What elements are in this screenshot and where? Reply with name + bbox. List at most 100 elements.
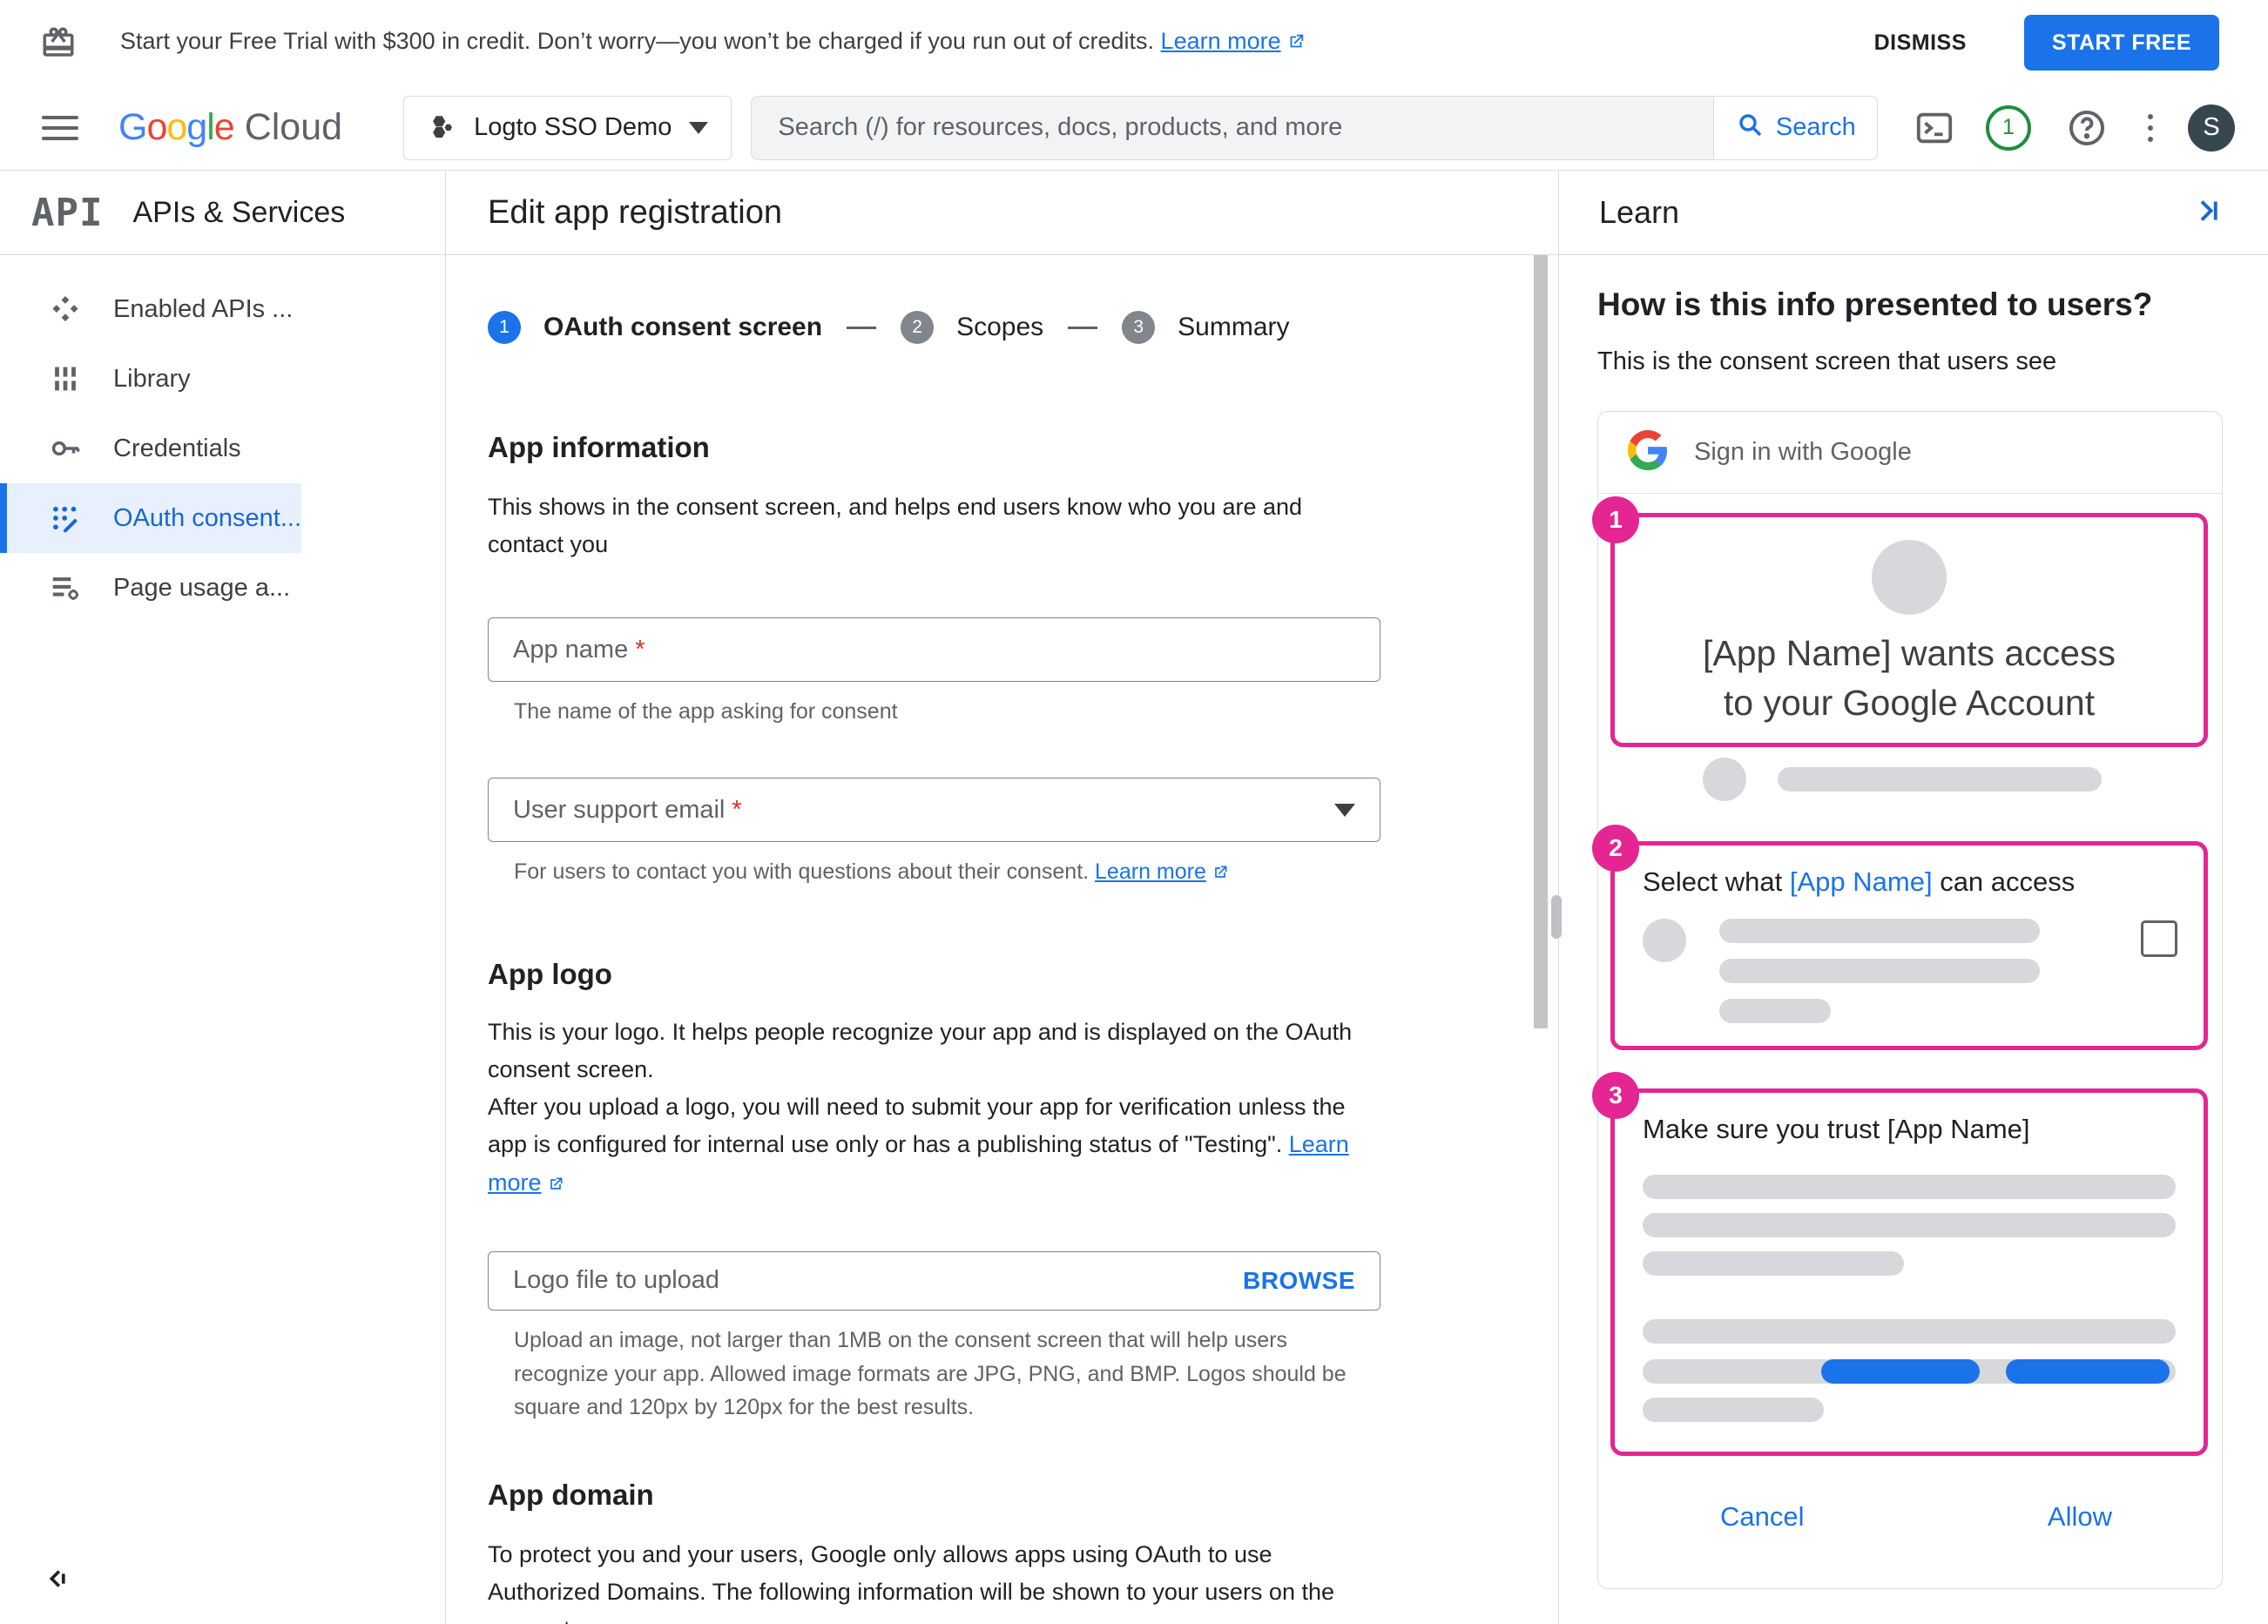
app-logo-description-1: This is your logo. It helps people recog… xyxy=(488,1018,1353,1083)
app-logo-heading: App logo xyxy=(488,957,612,990)
app-information-heading: App information xyxy=(488,431,710,463)
project-selector[interactable]: Logto SSO Demo xyxy=(403,95,732,160)
sidebar-item-label: Credentials xyxy=(113,434,241,462)
sidebar: API APIs & Services Enabled APIs ... Lib… xyxy=(0,171,446,1624)
scope-checkbox xyxy=(2141,920,2177,958)
step-oauth-consent-screen[interactable]: 1 OAuth consent screen xyxy=(488,311,822,344)
link-placeholder xyxy=(1821,1359,1980,1385)
cancel-button-preview: Cancel xyxy=(1720,1501,1805,1533)
search-bar: Search xyxy=(751,95,1879,160)
sidebar-item-credentials[interactable]: Credentials xyxy=(0,414,301,483)
sidebar-item-library[interactable]: Library xyxy=(0,344,301,414)
logo-upload-label: Logo file to upload xyxy=(513,1266,720,1295)
search-icon xyxy=(1736,111,1764,145)
step-label: OAuth consent screen xyxy=(543,313,823,341)
account-avatar-placeholder xyxy=(1703,758,1746,802)
required-asterisk: * xyxy=(732,795,742,824)
sidebar-header: API APIs & Services xyxy=(0,171,445,255)
link-row-placeholder xyxy=(1643,1359,2176,1385)
scope-text-placeholder xyxy=(1719,959,2040,984)
top-navigation-bar: Google Cloud Logto SSO Demo Search 1 S xyxy=(0,85,2268,171)
annotation-badge-2: 2 xyxy=(1592,825,1639,873)
scope-icon-placeholder xyxy=(1643,919,1686,963)
sidebar-item-page-usage[interactable]: Page usage a... xyxy=(0,553,301,623)
sidebar-item-enabled-apis[interactable]: Enabled APIs ... xyxy=(0,274,301,344)
user-support-email-field[interactable]: User support email * xyxy=(488,778,1380,843)
scrollbar-thumb[interactable] xyxy=(1534,255,1548,1028)
collapse-panel-icon[interactable] xyxy=(2191,195,2223,231)
page-title: Edit app registration xyxy=(446,171,1558,255)
search-input[interactable] xyxy=(752,96,1714,159)
learn-subheading: This is the consent screen that users se… xyxy=(1597,347,2057,375)
link-placeholder xyxy=(2006,1359,2170,1385)
start-free-button[interactable]: START FREE xyxy=(2023,15,2219,71)
sidebar-nav: Enabled APIs ... Library Credentials OAu… xyxy=(0,255,301,623)
api-product-logo: API xyxy=(31,190,104,235)
annotation-box-2: 2 Select what [App Name] can access xyxy=(1592,825,2208,1051)
app-name-field[interactable]: App name * xyxy=(488,617,1380,683)
learn-content: How is this info presented to users? Thi… xyxy=(1559,255,2268,1624)
dismiss-button[interactable]: DISMISS xyxy=(1874,30,1967,56)
main-panel: Edit app registration 1 OAuth consent sc… xyxy=(446,171,1559,1624)
scope-row-placeholder xyxy=(1643,919,2204,1024)
banner-learn-more-link[interactable]: Learn more xyxy=(1161,28,1281,54)
sidebar-item-label: OAuth consent... xyxy=(112,503,301,532)
app-logo-description-2: After you upload a logo, you will need t… xyxy=(488,1088,1372,1204)
sidebar-item-label: Page usage a... xyxy=(113,573,291,602)
library-icon xyxy=(45,362,85,395)
wizard-stepper: 1 OAuth consent screen 2 Scopes 3 Summar… xyxy=(488,311,1384,344)
enabled-apis-icon xyxy=(45,293,85,326)
search-button[interactable]: Search xyxy=(1713,96,1878,159)
help-icon[interactable] xyxy=(2066,107,2108,149)
step-connector xyxy=(847,326,877,329)
account-chip-placeholder xyxy=(1703,758,2222,802)
step-number: 3 xyxy=(1122,311,1156,344)
scope-text-placeholder xyxy=(1719,999,1831,1024)
external-link-icon xyxy=(1286,30,1306,57)
annotation-box-3: 3 Make sure you trust [App Name] xyxy=(1592,1072,2208,1457)
panel-resize-handle[interactable] xyxy=(1551,895,1562,939)
consent-actions: Cancel Allow xyxy=(1598,1456,2222,1588)
support-email-helper: For users to contact you with questions … xyxy=(514,855,1363,892)
step-number: 2 xyxy=(901,311,935,344)
consent-title-line1: [App Name] wants access xyxy=(1703,633,2116,673)
support-email-learn-more-link[interactable]: Learn more xyxy=(1095,859,1206,884)
annotation-badge-1: 1 xyxy=(1592,496,1639,543)
step-summary[interactable]: 3 Summary xyxy=(1122,311,1290,344)
free-trial-banner: Start your Free Trial with $300 in credi… xyxy=(0,0,2268,85)
text-placeholder xyxy=(1643,1175,2176,1200)
step-connector xyxy=(1068,326,1098,329)
toolbar-icons: 1 S xyxy=(1914,104,2235,152)
learn-panel: Learn How is this info presented to user… xyxy=(1559,171,2268,1624)
trust-section-title: Make sure you trust [App Name] xyxy=(1643,1114,2030,1145)
consent-preview-header: Sign in with Google xyxy=(1598,412,2222,494)
allow-button-preview: Allow xyxy=(2047,1501,2112,1533)
browse-button[interactable]: BROWSE xyxy=(1243,1267,1355,1295)
logo-upload-field[interactable]: Logo file to upload BROWSE xyxy=(488,1250,1380,1311)
cloud-shell-icon[interactable] xyxy=(1914,108,1954,148)
account-email-placeholder xyxy=(1778,767,2102,792)
app-logo-placeholder xyxy=(1872,540,1947,615)
app-name-label: App name xyxy=(513,635,629,664)
hamburger-menu-icon[interactable] xyxy=(42,109,78,147)
text-placeholder xyxy=(1643,1319,2176,1344)
gift-icon xyxy=(40,24,77,61)
step-label: Scopes xyxy=(956,313,1044,341)
sign-in-with-google-label: Sign in with Google xyxy=(1694,438,1912,466)
annotation-box-1: 1 [App Name] wants access to your Google… xyxy=(1592,496,2208,748)
google-g-logo xyxy=(1628,430,1668,475)
registration-form: 1 OAuth consent screen 2 Scopes 3 Summar… xyxy=(446,311,1558,1624)
account-avatar[interactable]: S xyxy=(2188,104,2235,152)
external-link-icon xyxy=(547,1167,564,1204)
more-options-icon[interactable] xyxy=(2148,108,2153,148)
scope-text-placeholder xyxy=(1719,919,2040,944)
learn-heading: How is this info presented to users? xyxy=(1597,286,2153,322)
sidebar-item-oauth-consent[interactable]: OAuth consent... xyxy=(0,483,301,553)
google-cloud-console: Start your Free Trial with $300 in credi… xyxy=(0,0,2268,1624)
step-scopes[interactable]: 2 Scopes xyxy=(901,311,1043,344)
annotation-badge-3: 3 xyxy=(1592,1072,1639,1120)
project-name: Logto SSO Demo xyxy=(474,113,672,141)
notifications-badge[interactable]: 1 xyxy=(1986,104,2031,151)
collapse-sidebar-icon[interactable] xyxy=(42,1564,71,1596)
consent-screen-preview: Sign in with Google 1 [App Name] wants a… xyxy=(1592,411,2223,1590)
